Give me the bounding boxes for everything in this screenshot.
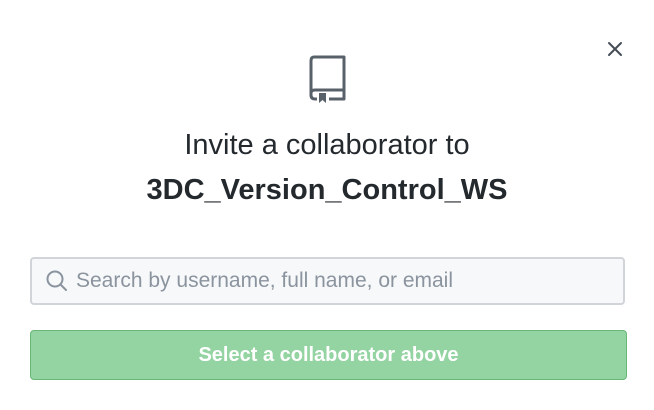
close-icon (608, 42, 622, 56)
select-collaborator-button[interactable]: Select a collaborator above (30, 330, 627, 380)
search-field[interactable] (30, 257, 625, 305)
dialog-heading: Invite a collaborator to 3DC_Version_Con… (0, 124, 654, 211)
dialog-title: Invite a collaborator to (184, 129, 470, 161)
close-button[interactable] (602, 36, 628, 62)
invite-collaborator-dialog: Invite a collaborator to 3DC_Version_Con… (0, 0, 654, 410)
repo-name: 3DC_Version_Control_WS (146, 174, 508, 206)
search-icon (46, 270, 67, 291)
repo-book-icon (309, 55, 346, 103)
search-input[interactable] (76, 269, 596, 293)
